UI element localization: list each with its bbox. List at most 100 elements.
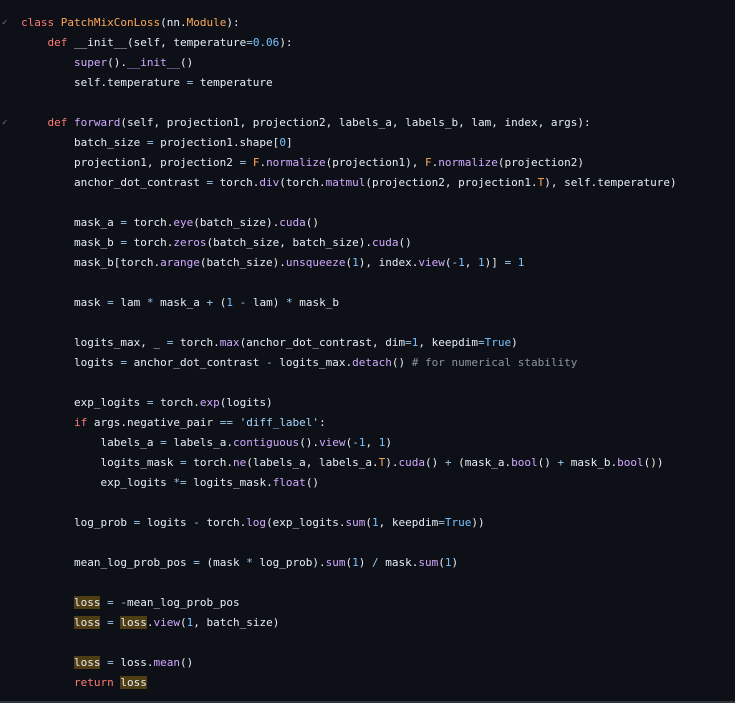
code-line[interactable]: batch_size = projection1.shape[0] <box>0 133 735 153</box>
number-literal: 0 <box>279 136 286 149</box>
code-line[interactable]: if args.negative_pair == 'diff_label': <box>0 413 735 433</box>
number-literal: True <box>444 516 472 529</box>
code-text: (projection1), <box>325 156 426 169</box>
code-text: (projection2, projection1. <box>365 176 538 189</box>
code-text: (batch_size). <box>193 216 280 229</box>
code-text: log_prob <box>73 516 134 529</box>
code-text: ), index. <box>358 256 419 269</box>
code-text: torch. <box>173 336 220 349</box>
check-fold-icon[interactable]: ✓ <box>2 13 7 33</box>
function-name: arange <box>160 256 200 269</box>
code-line[interactable]: mask_a = torch.eye(batch_size).cuda() <box>0 213 735 233</box>
code-text: ( <box>438 556 445 569</box>
function-name: view <box>153 616 180 629</box>
code-line[interactable] <box>0 313 735 333</box>
code-line[interactable] <box>0 573 735 593</box>
code-text: logits <box>73 356 121 369</box>
code-line[interactable]: loss = loss.view(1, batch_size) <box>0 613 735 633</box>
code-line[interactable] <box>0 93 735 113</box>
code-text: mask_b. <box>564 456 618 469</box>
operator: = <box>160 436 167 449</box>
code-text: logits_mask <box>100 456 180 469</box>
code-text: (mask_a. <box>451 456 512 469</box>
code-line[interactable]: projection1, projection2 = F.normalize(p… <box>0 153 735 173</box>
function-name: cuda <box>279 216 306 229</box>
code-editor[interactable]: ✓ class PatchMixConLoss(nn.Module): def _… <box>0 13 735 693</box>
code-text: , batch_size) <box>193 616 280 629</box>
code-text: mask. <box>378 556 419 569</box>
code-line[interactable]: labels_a = labels_a.contiguous().view(-1… <box>0 433 735 453</box>
highlighted-symbol: loss <box>73 616 101 629</box>
code-line[interactable]: exp_logits = torch.exp(logits) <box>0 393 735 413</box>
code-line[interactable]: logits_mask = torch.ne(labels_a, labels_… <box>0 453 735 473</box>
operator: = <box>107 616 114 629</box>
function-name: max <box>219 336 240 349</box>
code-line[interactable] <box>0 493 735 513</box>
operator: - <box>120 596 127 609</box>
code-text: ) <box>358 556 373 569</box>
code-text: (labels_a, labels_a. <box>246 456 379 469</box>
code-text: ( <box>213 296 227 309</box>
code-text: batch_size <box>73 136 147 149</box>
code-line[interactable]: ✓ def forward(self, projection1, project… <box>0 113 735 133</box>
code-line[interactable] <box>0 633 735 653</box>
code-text: args.negative_pair <box>93 416 220 429</box>
code-line[interactable] <box>0 373 735 393</box>
code-line[interactable]: mask_b = torch.zeros(batch_size, batch_s… <box>0 233 735 253</box>
operator: - <box>266 356 273 369</box>
code-line[interactable]: loss = loss.mean() <box>0 653 735 673</box>
code-line[interactable]: loss = -mean_log_prob_pos <box>0 593 735 613</box>
code-text: mask_b <box>73 236 121 249</box>
code-text: projection1, projection2 <box>73 156 240 169</box>
code-line[interactable]: log_prob = logits - torch.log(exp_logits… <box>0 513 735 533</box>
number-literal: 1 <box>458 256 465 269</box>
code-line[interactable]: anchor_dot_contrast = torch.div(torch.ma… <box>0 173 735 193</box>
code-text: ) <box>511 336 518 349</box>
code-text: mean_log_prob_pos <box>73 556 194 569</box>
code-text: (batch_size). <box>199 256 286 269</box>
code-line[interactable]: super().__init__() <box>0 53 735 73</box>
function-name: cuda <box>398 456 426 469</box>
check-fold-icon[interactable]: ✓ <box>2 113 7 133</box>
code-line[interactable]: logits = anchor_dot_contrast - logits_ma… <box>0 353 735 373</box>
code-line[interactable]: exp_logits *= logits_mask.float() <box>0 473 735 493</box>
number-literal: True <box>484 336 512 349</box>
function-name: bool <box>617 456 644 469</box>
code-line[interactable]: mean_log_prob_pos = (mask * log_prob).su… <box>0 553 735 573</box>
code-text: () <box>179 56 194 69</box>
code-text: (). <box>299 436 320 449</box>
code-line[interactable]: def __init__(self, temperature=0.06): <box>0 33 735 53</box>
function-name: __init__ <box>126 56 180 69</box>
code-line[interactable]: logits_max, _ = torch.max(anchor_dot_con… <box>0 333 735 353</box>
code-line[interactable]: self.temperature = temperature <box>0 73 735 93</box>
code-text: exp_logits <box>100 476 174 489</box>
code-line[interactable]: return loss <box>0 673 735 693</box>
code-text: mask_a <box>153 296 207 309</box>
code-line[interactable] <box>0 273 735 293</box>
number-literal: 1 <box>226 296 233 309</box>
operator: + <box>444 456 452 469</box>
code-line[interactable]: mask_b[torch.arange(batch_size).unsqueez… <box>0 253 735 273</box>
code-line[interactable] <box>0 193 735 213</box>
code-line[interactable]: mask = lam * mask_a + (1 - lam) * mask_b <box>0 293 735 313</box>
code-text: torch. <box>213 176 260 189</box>
code-line[interactable]: ✓ class PatchMixConLoss(nn.Module): <box>0 13 735 33</box>
class-name: Module <box>186 16 227 29</box>
function-name: view <box>418 256 445 269</box>
code-line[interactable] <box>0 533 735 553</box>
function-name: contiguous <box>232 436 300 449</box>
